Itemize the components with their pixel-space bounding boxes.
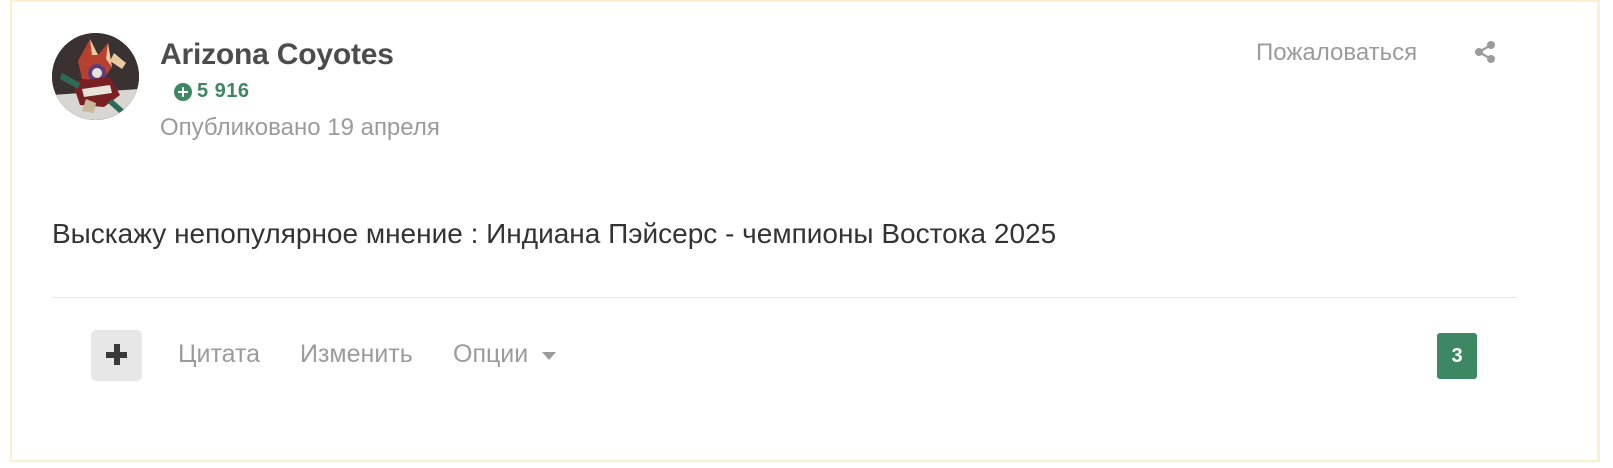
author-avatar[interactable]	[52, 33, 139, 120]
share-icon[interactable]	[1473, 40, 1497, 64]
post-card: Arizona Coyotes 5 916 Опубликовано 19 ап…	[10, 0, 1600, 462]
divider	[52, 297, 1517, 298]
quote-button[interactable]: Цитата	[178, 340, 260, 369]
coyote-mascot-image	[52, 33, 139, 120]
reaction-count-badge[interactable]: 3	[1437, 333, 1477, 379]
reputation-value: 5 916	[197, 80, 250, 102]
edit-button[interactable]: Изменить	[300, 340, 413, 369]
author-name[interactable]: Arizona Coyotes	[160, 38, 394, 72]
post-content: Выскажу непопулярное мнение : Индиана Пэ…	[52, 218, 1057, 249]
published-date: Опубликовано 19 апреля	[160, 114, 440, 141]
caret-down-icon	[542, 351, 557, 360]
reputation-badge: 5 916	[174, 80, 250, 103]
options-label: Опции	[453, 340, 529, 368]
plus-circle-icon	[174, 82, 192, 101]
multiquote-button[interactable]	[91, 330, 142, 381]
options-dropdown[interactable]: Опции	[453, 340, 557, 369]
report-link[interactable]: Пожаловаться	[1256, 39, 1417, 67]
